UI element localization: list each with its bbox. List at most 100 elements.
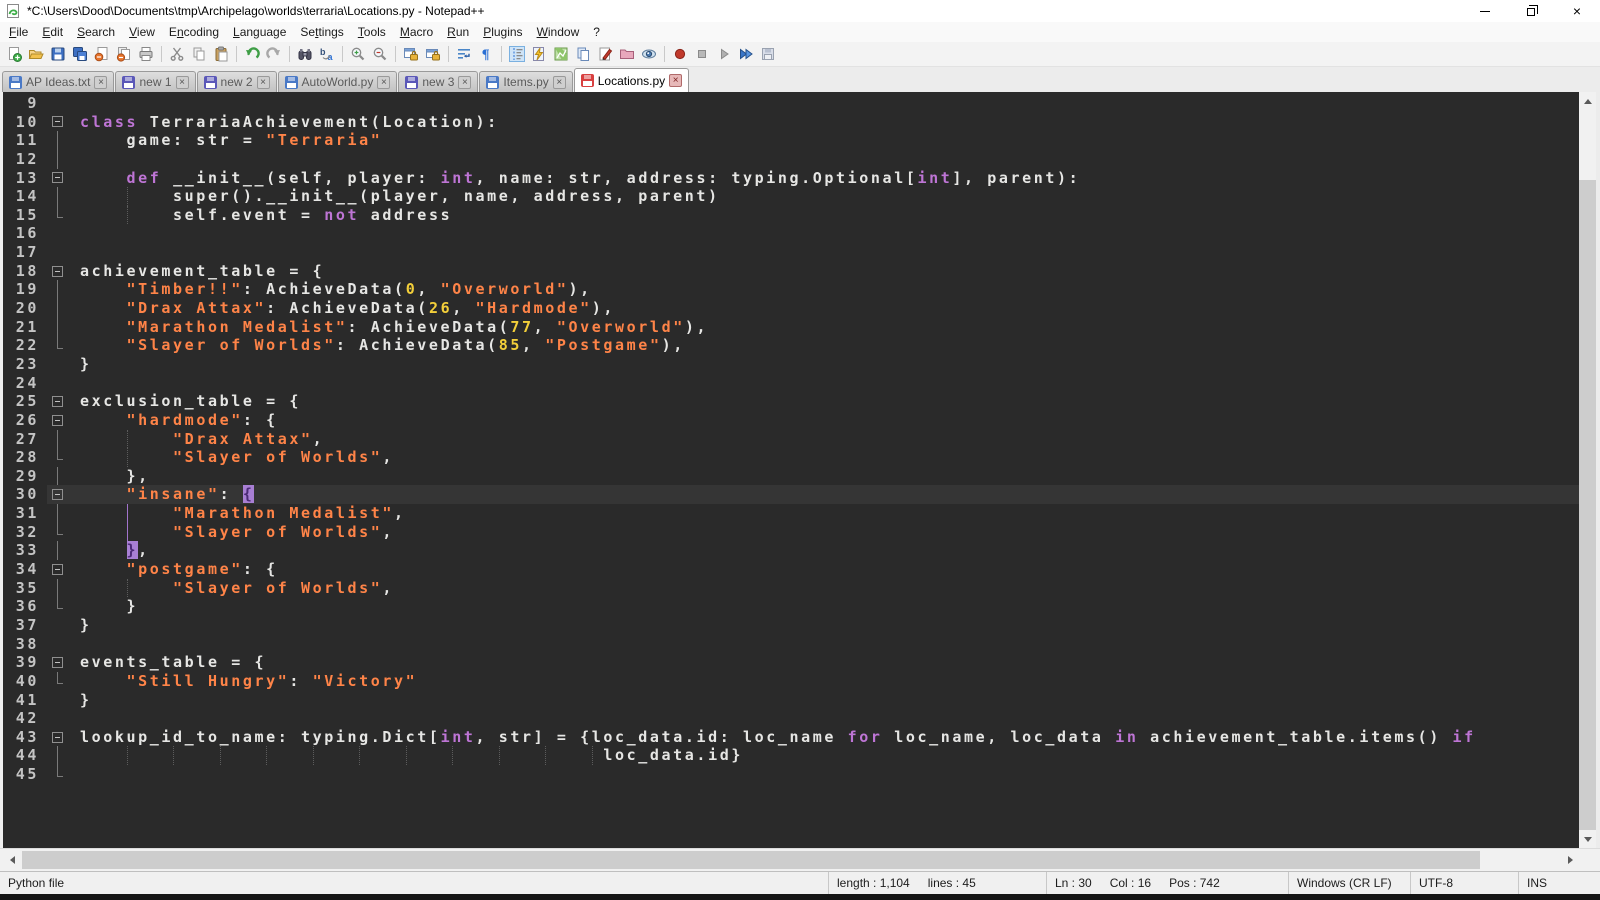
code-text[interactable]: "Marathon Medalist", [67, 504, 1579, 523]
vertical-scrollbar[interactable] [1579, 92, 1596, 848]
code-text[interactable]: } [67, 597, 1579, 616]
code-line-27[interactable]: 27 "Drax Attax", [3, 430, 1579, 449]
code-line-22[interactable]: 22 "Slayer of Worlds": AchieveData(85, "… [3, 336, 1579, 355]
document-switcher-button[interactable] [573, 44, 593, 64]
zoom-out-button[interactable] [370, 44, 390, 64]
redo-button[interactable] [264, 44, 284, 64]
tab-new-1[interactable]: new 1× [115, 71, 195, 92]
code-line-9[interactable]: 9 [3, 94, 1579, 113]
folder-as-workspace-button[interactable] [617, 44, 637, 64]
code-line-35[interactable]: 35 "Slayer of Worlds", [3, 579, 1579, 598]
indent-guide-button[interactable] [507, 44, 527, 64]
code-line-37[interactable]: 37} [3, 616, 1579, 635]
fold-collapse-icon[interactable] [47, 169, 67, 188]
sync-horizontal-button[interactable] [423, 44, 443, 64]
style-configurator-button[interactable] [595, 44, 615, 64]
replace-button[interactable]: ba [317, 44, 337, 64]
close-button[interactable]: × [1554, 0, 1600, 22]
code-line-15[interactable]: 15 self.event = not address [3, 206, 1579, 225]
code-line-44[interactable]: 44 loc_data.id} [3, 746, 1579, 765]
code-text[interactable]: "Drax Attax": AchieveData(26, "Hardmode"… [67, 299, 1579, 318]
code-text[interactable]: "Slayer of Worlds": AchieveData(85, "Pos… [67, 336, 1579, 355]
print-button[interactable] [136, 44, 156, 64]
undo-button[interactable] [242, 44, 262, 64]
code-editor[interactable]: 910class TerrariaAchievement(Location):1… [3, 92, 1579, 848]
code-line-39[interactable]: 39events_table = { [3, 653, 1579, 672]
code-line-32[interactable]: 32 "Slayer of Worlds", [3, 523, 1579, 542]
macro-run-multiple-button[interactable] [736, 44, 756, 64]
code-text[interactable]: "postgame": { [67, 560, 1579, 579]
open-file-button[interactable] [26, 44, 46, 64]
zoom-in-button[interactable] [348, 44, 368, 64]
code-line-11[interactable]: 11 game: str = "Terraria" [3, 131, 1579, 150]
code-text[interactable]: "Slayer of Worlds", [67, 523, 1579, 542]
tab-close-icon[interactable]: × [458, 76, 471, 89]
code-text[interactable]: self.event = not address [67, 206, 1579, 225]
code-line-14[interactable]: 14 super().__init__(player, name, addres… [3, 187, 1579, 206]
minimize-button[interactable] [1462, 0, 1508, 22]
tab-autoworld-py[interactable]: AutoWorld.py× [278, 71, 398, 92]
code-text[interactable] [67, 224, 1579, 243]
code-text[interactable]: }, [67, 467, 1579, 486]
code-text[interactable]: super().__init__(player, name, address, … [67, 187, 1579, 206]
restore-button[interactable] [1508, 0, 1554, 22]
code-line-34[interactable]: 34 "postgame": { [3, 560, 1579, 579]
code-text[interactable] [67, 94, 1579, 113]
show-all-characters-button[interactable]: ¶ [476, 44, 496, 64]
code-line-43[interactable]: 43lookup_id_to_name: typing.Dict[int, st… [3, 728, 1579, 747]
code-line-18[interactable]: 18achievement_table = { [3, 262, 1579, 281]
code-text[interactable]: "Marathon Medalist": AchieveData(77, "Ov… [67, 318, 1579, 337]
cut-button[interactable] [167, 44, 187, 64]
code-line-19[interactable]: 19 "Timber!!": AchieveData(0, "Overworld… [3, 280, 1579, 299]
tab-close-icon[interactable]: × [94, 76, 107, 89]
code-line-45[interactable]: 45 [3, 765, 1579, 784]
code-line-38[interactable]: 38 [3, 635, 1579, 654]
menu-settings[interactable]: Settings [293, 23, 350, 41]
tab-close-icon[interactable]: × [553, 76, 566, 89]
code-line-10[interactable]: 10class TerrariaAchievement(Location): [3, 113, 1579, 132]
code-text[interactable] [67, 709, 1579, 728]
menu-edit[interactable]: Edit [35, 23, 70, 41]
vertical-scroll-track[interactable] [1579, 109, 1596, 831]
fold-collapse-icon[interactable] [47, 392, 67, 411]
code-line-21[interactable]: 21 "Marathon Medalist": AchieveData(77, … [3, 318, 1579, 337]
tab-close-icon[interactable]: × [377, 76, 390, 89]
code-line-23[interactable]: 23} [3, 355, 1579, 374]
tab-locations-py[interactable]: Locations.py× [574, 68, 689, 92]
code-line-13[interactable]: 13 def __init__(self, player: int, name:… [3, 169, 1579, 188]
vertical-scroll-thumb[interactable] [1579, 180, 1596, 830]
code-line-28[interactable]: 28 "Slayer of Worlds", [3, 448, 1579, 467]
code-line-12[interactable]: 12 [3, 150, 1579, 169]
code-line-24[interactable]: 24 [3, 374, 1579, 393]
code-line-42[interactable]: 42 [3, 709, 1579, 728]
fold-collapse-icon[interactable] [47, 728, 67, 747]
menu-view[interactable]: View [122, 23, 162, 41]
menu-file[interactable]: File [2, 23, 35, 41]
menu-item[interactable]: ? [586, 23, 607, 41]
code-line-29[interactable]: 29 }, [3, 467, 1579, 486]
fold-collapse-icon[interactable] [47, 262, 67, 281]
code-text[interactable]: lookup_id_to_name: typing.Dict[int, str]… [67, 728, 1579, 747]
code-text[interactable]: "hardmode": { [67, 411, 1579, 430]
save-button[interactable] [48, 44, 68, 64]
menu-tools[interactable]: Tools [351, 23, 393, 41]
code-text[interactable]: }, [67, 541, 1579, 560]
tab-close-icon[interactable]: × [176, 76, 189, 89]
code-text[interactable]: } [67, 616, 1579, 635]
find-button[interactable] [295, 44, 315, 64]
menu-macro[interactable]: Macro [393, 23, 440, 41]
code-text[interactable]: def __init__(self, player: int, name: st… [67, 169, 1579, 188]
scroll-left-button[interactable] [3, 849, 20, 871]
sync-vertical-button[interactable] [401, 44, 421, 64]
code-line-31[interactable]: 31 "Marathon Medalist", [3, 504, 1579, 523]
fold-collapse-icon[interactable] [47, 485, 67, 504]
code-text[interactable]: "Slayer of Worlds", [67, 448, 1579, 467]
tab-close-icon[interactable]: × [257, 76, 270, 89]
tab-ap-ideas-txt[interactable]: AP Ideas.txt× [2, 71, 114, 92]
code-line-20[interactable]: 20 "Drax Attax": AchieveData(26, "Hardmo… [3, 299, 1579, 318]
horizontal-scrollbar[interactable] [0, 848, 1600, 871]
code-line-16[interactable]: 16 [3, 224, 1579, 243]
fold-collapse-icon[interactable] [47, 653, 67, 672]
fold-collapse-icon[interactable] [47, 411, 67, 430]
code-line-30[interactable]: 30 "insane": { [3, 485, 1579, 504]
